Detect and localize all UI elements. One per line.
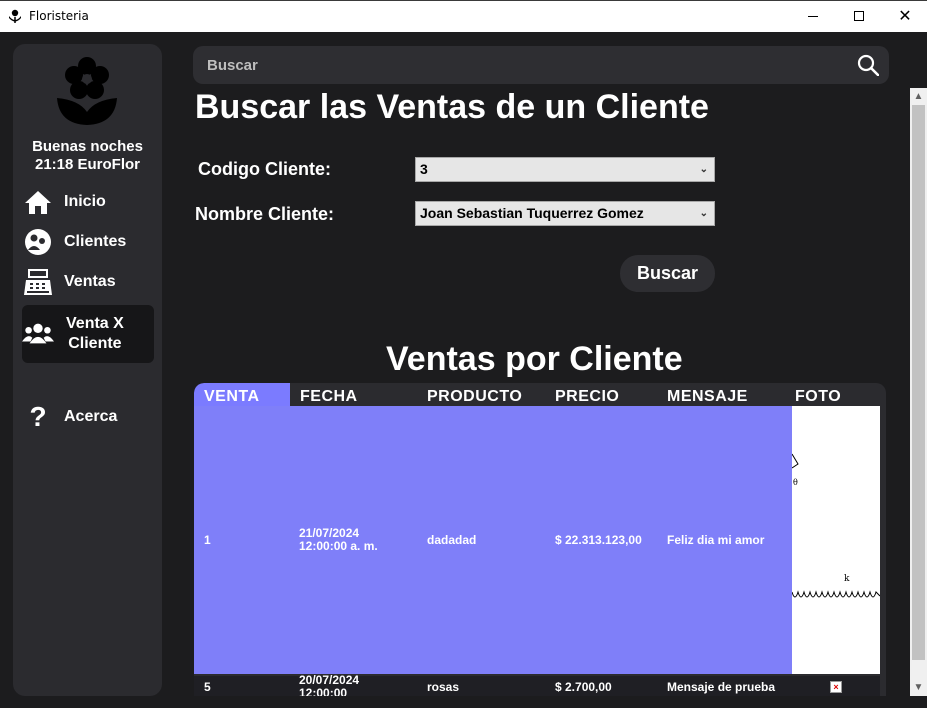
search-bar: [193, 46, 889, 84]
close-icon: ✕: [898, 8, 912, 25]
minimize-icon: [808, 15, 818, 17]
nombre-cliente-select[interactable]: Joan Sebastian Tuquerrez Gomez ⌄: [415, 201, 715, 226]
search-icon[interactable]: [857, 54, 879, 76]
sidebar-item-ventas[interactable]: Ventas: [22, 264, 154, 300]
app-logo-icon: [9, 9, 21, 23]
column-header-venta[interactable]: VENTA: [204, 388, 260, 406]
codigo-cliente-label: Codigo Cliente:: [198, 159, 331, 179]
sidebar-item-venta-x-cliente[interactable]: Venta X Cliente: [22, 305, 154, 363]
nombre-cliente-label: Nombre Cliente:: [195, 204, 335, 224]
search-input[interactable]: [193, 46, 843, 84]
cell-producto: dadadad: [427, 533, 477, 547]
scroll-down-icon[interactable]: ▼: [910, 679, 927, 696]
title-bar: Floristeria ✕: [0, 0, 927, 32]
cell-producto: rosas: [427, 680, 460, 694]
clients-icon: [22, 228, 54, 256]
cell-precio: $ 22.313.123,00: [555, 533, 642, 547]
page-title: Buscar las Ventas de un Cliente: [195, 88, 709, 126]
product-photo-image: θ k: [791, 453, 881, 598]
cell-fecha-time: 12:00:00: [299, 686, 348, 697]
column-header-fecha[interactable]: FECHA: [300, 388, 358, 406]
cell-fecha-time: 12:00:00 a. m.: [299, 539, 378, 553]
sidebar: Buenas noches 21:18 EuroFlor Inicio Clie…: [13, 44, 162, 696]
cell-fecha: 20/07/2024 12:00:00: [299, 674, 359, 697]
table-header: VENTA FECHA PRODUCTO PRECIO MENSAJE FOTO: [194, 383, 886, 406]
cell-fecha: 21/07/2024 12:00:00 a. m.: [299, 527, 378, 553]
buscar-button[interactable]: Buscar: [620, 255, 715, 292]
cell-mensaje: Feliz dia mi amor: [667, 533, 765, 547]
sidebar-item-label: Clientes: [64, 233, 127, 250]
chevron-down-icon: ⌄: [699, 208, 708, 219]
svg-text:θ: θ: [793, 478, 798, 487]
maximize-icon: [854, 11, 864, 21]
window-title: Floristeria: [29, 9, 89, 23]
minimize-button[interactable]: [790, 0, 836, 32]
codigo-cliente-value: 3: [420, 161, 428, 177]
cell-mensaje: Mensaje de prueba: [667, 680, 776, 694]
vertical-scrollbar[interactable]: ▲ ▼: [910, 88, 927, 696]
table-row[interactable]: 1 21/07/2024 12:00:00 a. m. dadadad $ 22…: [194, 406, 881, 674]
column-header-producto[interactable]: PRODUCTO: [427, 388, 522, 406]
clock-text: 21:18 EuroFlor: [34, 156, 141, 173]
greeting-text: Buenas noches: [32, 138, 143, 155]
cash-register-icon: [22, 268, 54, 296]
sidebar-item-label: Acerca: [64, 408, 118, 425]
sidebar-item-label: Ventas: [64, 273, 116, 290]
sidebar-item-label-line1: Venta X: [66, 315, 124, 332]
sidebar-item-label-line2: Cliente: [68, 335, 122, 352]
column-header-foto[interactable]: FOTO: [795, 388, 841, 406]
column-header-mensaje[interactable]: MENSAJE: [667, 388, 748, 406]
close-button[interactable]: ✕: [882, 0, 927, 32]
chevron-down-icon: ⌄: [699, 164, 708, 175]
cell-venta: 1: [204, 533, 211, 547]
greeting: Buenas noches 21:18 EuroFlor: [13, 138, 162, 174]
table-row[interactable]: 5 20/07/2024 12:00:00 rosas $ 2.700,00 M…: [194, 674, 880, 697]
sidebar-item-inicio[interactable]: Inicio: [22, 184, 154, 220]
codigo-cliente-select[interactable]: 3 ⌄: [415, 157, 715, 182]
product-photo: θ k: [791, 406, 881, 674]
nombre-cliente-value: Joan Sebastian Tuquerrez Gomez: [420, 205, 644, 221]
sales-table: VENTA FECHA PRODUCTO PRECIO MENSAJE FOTO…: [194, 383, 886, 696]
scrollbar-thumb[interactable]: [912, 105, 925, 660]
cell-venta: 5: [204, 680, 211, 694]
flower-logo-icon: [57, 57, 117, 125]
section-title: Ventas por Cliente: [386, 340, 683, 378]
sidebar-item-clientes[interactable]: Clientes: [22, 224, 154, 260]
maximize-button[interactable]: [836, 0, 882, 32]
sidebar-item-label: Inicio: [64, 193, 106, 210]
svg-text:k: k: [844, 574, 850, 584]
cell-precio: $ 2.700,00: [555, 680, 612, 694]
title-bar-top-border: [0, 0, 927, 1]
sidebar-item-acerca[interactable]: ? Acerca: [22, 399, 154, 435]
home-icon: [22, 188, 54, 216]
column-header-precio[interactable]: PRECIO: [555, 388, 619, 406]
broken-image-icon: ×: [830, 681, 842, 693]
scroll-up-icon[interactable]: ▲: [910, 88, 927, 105]
sidebar-item-label: Venta X Cliente: [66, 314, 124, 354]
question-icon: ?: [29, 401, 47, 432]
users-icon: [22, 320, 54, 348]
